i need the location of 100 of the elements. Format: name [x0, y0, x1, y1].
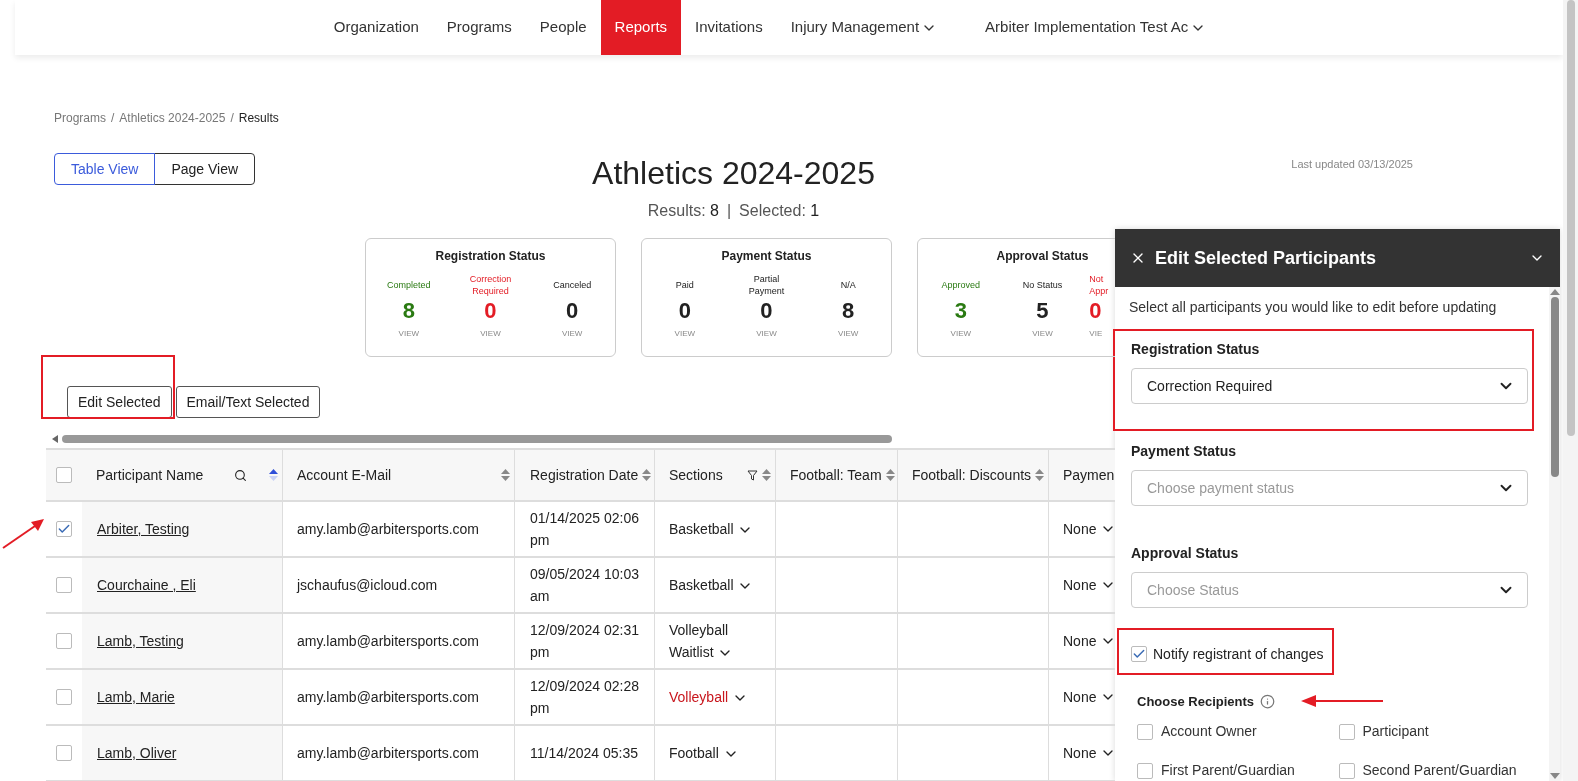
- select-field[interactable]: Correction Required: [1131, 368, 1528, 404]
- date-text: 09/05/2024 10:03 am: [530, 565, 640, 606]
- field-label: Payment Status: [1131, 442, 1238, 461]
- row-checkbox[interactable]: [56, 633, 72, 649]
- recipients-title: Choose Recipients: [1137, 692, 1255, 711]
- breadcrumb-link[interactable]: Programs: [54, 109, 106, 127]
- stat-value: 5: [1036, 297, 1049, 325]
- recipient-checkbox[interactable]: Participant: [1338, 721, 1534, 742]
- nav-item[interactable]: Organization: [319, 0, 433, 55]
- scroll-down-icon[interactable]: [1549, 773, 1560, 779]
- notify-checkbox[interactable]: Notify registrant of changes: [1131, 643, 1324, 665]
- sort-icon[interactable]: [501, 469, 510, 481]
- scroll-up-icon[interactable]: [1549, 289, 1560, 295]
- horizontal-scrollbar[interactable]: [62, 435, 892, 443]
- participant-link[interactable]: Lamb, Testing: [97, 630, 184, 652]
- column-header[interactable]: Paymen: [1049, 450, 1115, 502]
- panel-description: Select all participants you would like to edit before updating: [1129, 298, 1498, 317]
- view-link[interactable]: VIEW: [1032, 328, 1053, 340]
- sort-icon[interactable]: [885, 469, 895, 481]
- breadcrumb-separator: /: [111, 110, 115, 127]
- participant-link[interactable]: Arbiter, Testing: [97, 518, 190, 540]
- column-header[interactable]: Football: Discounts: [898, 450, 1049, 502]
- stat-card-title: Payment Status: [721, 248, 812, 265]
- recipient-checkbox[interactable]: Account Owner: [1137, 721, 1333, 742]
- column-header[interactable]: Account E-Mail: [283, 450, 515, 502]
- column-label: Football: Discounts: [912, 465, 1032, 485]
- participant-link[interactable]: Courchaine , Eli: [97, 574, 196, 596]
- column-header[interactable]: Football: Team: [776, 450, 898, 502]
- view-link[interactable]: VIE: [1089, 328, 1103, 340]
- sort-icon[interactable]: [269, 469, 278, 481]
- stat-label: Partial Payment: [747, 273, 786, 297]
- view-link[interactable]: VIEW: [950, 328, 972, 340]
- stat-card-title: Registration Status: [435, 248, 546, 265]
- view-link[interactable]: VIEW: [480, 328, 501, 340]
- view-toggle-tab[interactable]: Page View: [154, 153, 256, 185]
- row-checkbox[interactable]: [56, 521, 72, 537]
- row-checkbox[interactable]: [56, 577, 72, 593]
- checkbox[interactable]: [1131, 646, 1147, 662]
- breadcrumb-link[interactable]: Results: [238, 109, 279, 127]
- view-link[interactable]: VIEW: [837, 328, 859, 340]
- date-text: 11/14/2024 05:35: [530, 744, 638, 763]
- info-icon[interactable]: [1260, 693, 1276, 709]
- column-label: Paymen: [1063, 465, 1115, 485]
- selected-count: Selected: 1: [739, 201, 820, 221]
- section-dropdown[interactable]: Basketball: [669, 518, 754, 540]
- stat-label: Canceled: [552, 279, 593, 292]
- date-text: 12/09/2024 02:31 pm: [530, 621, 640, 662]
- stat-label: Not Appr: [1089, 273, 1110, 297]
- nav-item[interactable]: People: [525, 0, 601, 55]
- view-link[interactable]: VIEW: [398, 328, 420, 340]
- action-button[interactable]: Email/Text Selected: [175, 386, 321, 418]
- panel-title: Edit Selected Participants: [1155, 246, 1378, 270]
- recipient-checkbox[interactable]: Second Parent/Guardian: [1338, 760, 1534, 781]
- section-dropdown[interactable]: Volleyball Waitlist: [669, 619, 763, 663]
- participant-link[interactable]: Lamb, Oliver: [97, 742, 177, 764]
- date-text: 12/09/2024 02:28 pm: [530, 677, 640, 718]
- sort-icon[interactable]: [1035, 469, 1045, 481]
- checkbox[interactable]: [1338, 723, 1355, 740]
- view-link[interactable]: VIEW: [561, 328, 583, 340]
- checkbox[interactable]: [1338, 762, 1355, 779]
- stat-value: 0: [566, 297, 579, 325]
- section-dropdown[interactable]: Football: [669, 742, 739, 764]
- action-button[interactable]: Edit Selected: [67, 386, 172, 418]
- stat-label: Completed: [386, 279, 432, 292]
- breadcrumb-link[interactable]: Athletics 2024-2025: [119, 109, 226, 127]
- column-header[interactable]: Participant Name: [82, 450, 283, 502]
- page-title: Athletics 2024-2025: [592, 155, 875, 191]
- filter-icon[interactable]: [747, 469, 758, 481]
- column-header[interactable]: Registration Date: [515, 450, 655, 502]
- section-dropdown[interactable]: Volleyball: [669, 686, 749, 708]
- participant-link[interactable]: Lamb, Marie: [97, 686, 175, 708]
- nav-item[interactable]: Invitations: [681, 0, 777, 55]
- date-text: 01/14/2025 02:06 pm: [530, 509, 640, 550]
- view-toggle-tab[interactable]: Table View: [54, 153, 156, 185]
- breadcrumb-separator: /: [230, 110, 234, 127]
- stat-value: 0: [678, 297, 691, 325]
- nav-item[interactable]: Injury Management: [776, 0, 952, 55]
- page-scrollbar[interactable]: [1563, 0, 1578, 781]
- row-checkbox[interactable]: [56, 689, 72, 705]
- panel-scrollbar[interactable]: [1549, 287, 1560, 781]
- recipient-checkbox[interactable]: First Parent/Guardian: [1137, 760, 1333, 781]
- scroll-left-icon[interactable]: [52, 435, 58, 443]
- section-dropdown[interactable]: Basketball: [669, 574, 754, 596]
- email-text: amy.lamb@arbitersports.com: [297, 743, 479, 763]
- stat-value: 3: [954, 297, 967, 325]
- view-link[interactable]: VIEW: [756, 328, 777, 340]
- column-header[interactable]: Sections: [655, 450, 776, 502]
- sort-icon[interactable]: [642, 469, 652, 481]
- stat-value: 0: [760, 297, 773, 325]
- view-link[interactable]: VIEW: [674, 328, 696, 340]
- stat-label: N/A: [839, 279, 857, 292]
- select-all-checkbox[interactable]: [56, 467, 72, 483]
- stat-value: 8: [842, 297, 855, 325]
- checkbox[interactable]: [1137, 723, 1153, 740]
- nav-item[interactable]: Arbiter Implementation Test Ac: [971, 0, 1221, 55]
- nav-item[interactable]: Reports: [600, 0, 682, 55]
- nav-item[interactable]: Programs: [432, 0, 526, 55]
- checkbox[interactable]: [1137, 762, 1153, 779]
- row-checkbox[interactable]: [56, 745, 72, 761]
- search-icon[interactable]: [234, 468, 247, 482]
